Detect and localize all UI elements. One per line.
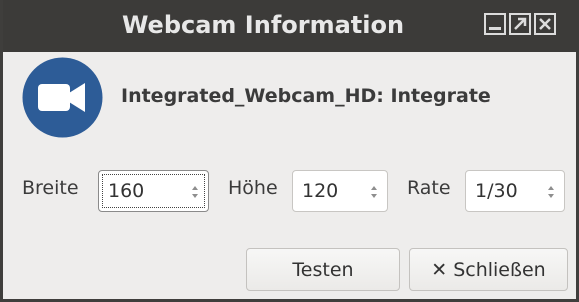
maximize-button[interactable]	[509, 13, 531, 35]
height-value[interactable]: 120	[302, 179, 338, 203]
spin-arrows-icon[interactable]	[548, 186, 554, 198]
x-icon: ✕	[431, 258, 448, 281]
rate-spinbox[interactable]: 1/30	[465, 170, 565, 212]
close-window-button[interactable]	[534, 13, 556, 35]
height-spinbox[interactable]: 120	[292, 170, 388, 212]
test-button-label: Testen	[292, 258, 354, 281]
rate-label: Rate	[407, 177, 451, 199]
window-title: Webcam Information	[121, 11, 405, 39]
close-button-label: Schließen	[453, 258, 546, 281]
title-bar[interactable]: Webcam Information	[3, 0, 579, 52]
rate-value[interactable]: 1/30	[475, 179, 518, 203]
height-label: Höhe	[228, 177, 278, 199]
test-button[interactable]: Testen	[246, 248, 400, 291]
device-name: Integrated_Webcam_HD: Integrate	[121, 85, 491, 107]
spin-arrows-icon[interactable]	[371, 186, 377, 198]
close-button[interactable]: ✕ Schließen	[409, 248, 568, 291]
video-camera-icon	[22, 57, 103, 138]
spin-arrows-icon[interactable]	[192, 186, 198, 198]
width-spinbox[interactable]: 160	[98, 170, 209, 212]
maximize-icon	[514, 17, 527, 30]
webcam-info-dialog: Webcam Information Integrated_Webcam_HD:…	[0, 0, 579, 302]
close-icon	[539, 18, 551, 30]
width-label: Breite	[22, 177, 79, 199]
minimize-icon	[489, 27, 501, 30]
minimize-button[interactable]	[484, 13, 506, 35]
width-value[interactable]: 160	[108, 179, 144, 203]
